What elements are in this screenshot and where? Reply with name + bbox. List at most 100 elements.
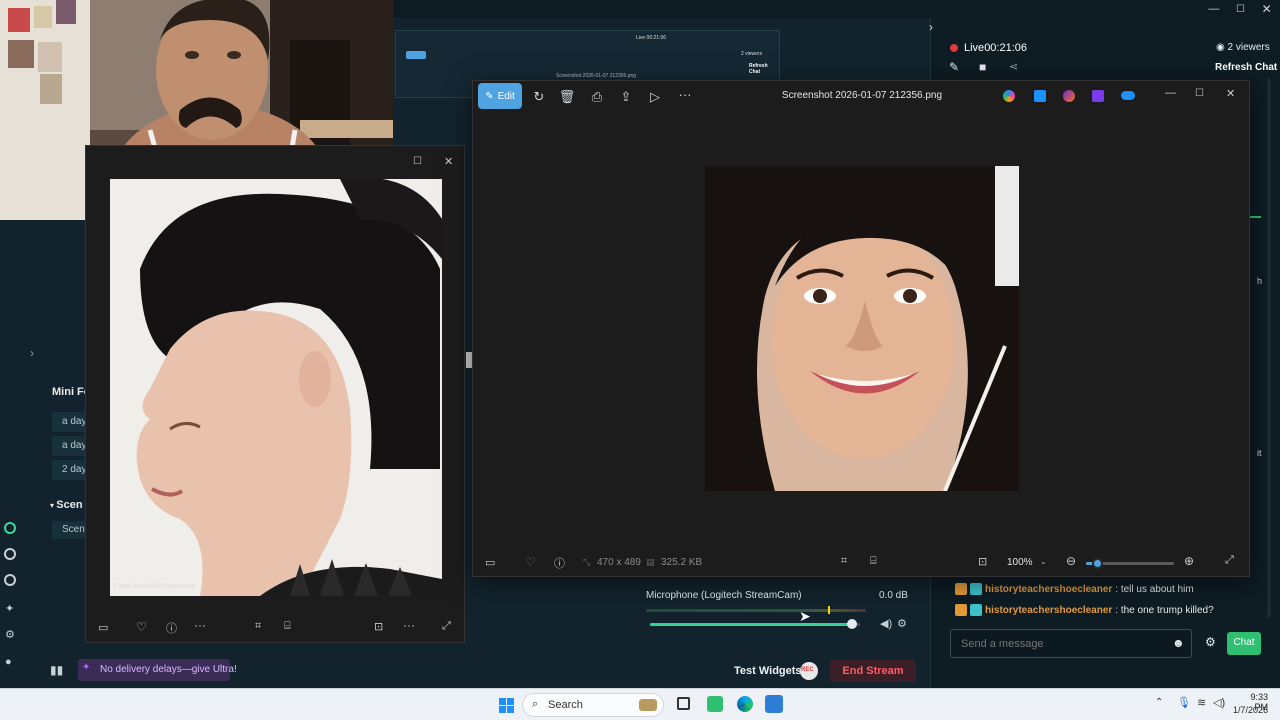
user-icon[interactable]: ● — [5, 656, 12, 668]
maximize-icon[interactable]: ☐ — [1195, 88, 1204, 99]
info-icon[interactable]: ⓘ — [554, 555, 565, 571]
designer-icon[interactable] — [1034, 90, 1046, 102]
maximize-icon[interactable]: ☐ — [1236, 4, 1245, 15]
scenes-title: ▾ Scen — [50, 499, 83, 511]
crown-badge-icon — [955, 583, 967, 595]
fit-window-icon[interactable]: ⊡ — [374, 620, 383, 633]
profile-photo: © Matt Baron/BEI/Shutterstock — [110, 179, 442, 596]
speaker-icon[interactable]: ◀) — [880, 617, 892, 630]
more-icon[interactable]: ··· — [403, 618, 415, 632]
file-size-icon: ▤ — [646, 557, 655, 567]
fit-window-icon[interactable]: ⊡ — [978, 555, 987, 568]
chat-scrollbar[interactable] — [1267, 78, 1271, 618]
scenes-panel: ▾ Scen Scene — [40, 493, 92, 553]
volume-icon[interactable]: ◁) — [1213, 696, 1225, 709]
eye-icon: ◉ — [1216, 42, 1228, 53]
mouse-cursor-icon: ➤ — [799, 608, 811, 624]
end-stream-button[interactable]: End Stream — [830, 660, 916, 682]
mini-refresh: Refresh Chat — [749, 63, 768, 75]
paint-icon[interactable] — [1063, 90, 1075, 102]
zoom-in-icon[interactable]: ⊕ — [1184, 554, 1194, 568]
viewer-count: ◉ 2 viewers — [1216, 42, 1270, 53]
viewer-toolbar: ✎ Edit ↻ 🗑 ⎙ ⇪ ▷ ··· Screenshot 2026-01-… — [473, 81, 1251, 113]
promo-text: No delivery delays—give Ultra! — [100, 664, 237, 675]
gear-icon[interactable]: ⚙ — [1205, 635, 1216, 649]
minimize-icon[interactable]: — — [1165, 87, 1176, 99]
studio-icon[interactable] — [4, 522, 16, 534]
rec-badge[interactable]: REC — [800, 662, 818, 680]
emoji-icon[interactable]: ☻ — [1172, 636, 1185, 650]
image-dimensions: 470 x 489 — [597, 557, 641, 568]
mic-peak-marker — [828, 606, 830, 614]
copilot-icon[interactable] — [1003, 90, 1015, 102]
mini-viewers: 2 viewers — [741, 51, 763, 57]
close-icon[interactable]: ✕ — [1262, 2, 1272, 16]
close-icon[interactable]: ✕ — [1226, 87, 1235, 100]
clock-date[interactable]: 1/7/2026 — [1232, 705, 1268, 715]
fullscreen-icon[interactable]: ⤢ — [1225, 554, 1234, 567]
pencil-icon[interactable]: ✎ — [949, 60, 959, 74]
wifi-icon[interactable]: ≋ — [1197, 696, 1206, 709]
stats-icon[interactable]: ▮▮ — [50, 663, 63, 677]
filmstrip-icon[interactable]: ▭ — [485, 556, 495, 569]
filmstrip-icon[interactable]: ▭ — [98, 621, 108, 634]
sparkle-icon[interactable]: ✦ — [5, 602, 14, 615]
chevron-up-icon[interactable]: ⌃ — [1155, 697, 1163, 708]
streamlabs-app-icon[interactable] — [707, 696, 723, 712]
mic-db: 0.0 dB — [879, 590, 908, 601]
zoom-slider[interactable] — [1086, 558, 1174, 569]
refresh-chat-button[interactable]: Refresh Chat — [1215, 62, 1277, 73]
zoom-select[interactable]: 100% ⌄ — [1000, 551, 1052, 573]
heart-icon[interactable]: ♡ — [136, 620, 147, 634]
zoom-out-icon[interactable]: ⊖ — [1066, 554, 1076, 568]
chat-username[interactable]: historyteachershoecleaner — [985, 584, 1112, 595]
onedrive-icon[interactable] — [1121, 91, 1135, 100]
windows-start-icon[interactable] — [499, 698, 514, 713]
widgets-icon[interactable] — [4, 574, 16, 586]
clipchamp-icon[interactable] — [1092, 90, 1104, 102]
maximize-icon[interactable]: ☐ — [413, 156, 422, 167]
microphone-icon[interactable]: 🎙 — [1177, 696, 1191, 709]
text-extract-icon[interactable]: ⌸ — [870, 555, 877, 568]
text-extract-icon[interactable]: ⌸ — [284, 620, 291, 633]
viewer-footer: ▭ ♡ ⓘ ⤡ 470 x 489 ▤ 325.2 KB ⌗ ⌸ ⊡ 100% … — [473, 548, 1251, 578]
test-widgets-button[interactable]: Test Widgets — [734, 665, 802, 677]
collapse-chevron-icon[interactable]: › — [929, 20, 933, 34]
task-view-icon[interactable] — [677, 697, 690, 710]
chat-input-box[interactable]: ☻ — [950, 629, 1192, 658]
edge-browser-icon[interactable] — [737, 696, 753, 712]
chat-username[interactable]: historyteachershoecleaner — [985, 605, 1112, 616]
heart-icon[interactable]: ♡ — [525, 555, 536, 569]
chat-input[interactable] — [961, 636, 1161, 652]
visual-search-icon[interactable]: ⌗ — [255, 620, 261, 633]
mic-volume-slider[interactable] — [650, 619, 860, 629]
live-status: Live00:21:06 — [964, 42, 1028, 54]
send-chat-button[interactable]: Chat — [1227, 632, 1261, 655]
expand-chevron-icon[interactable]: › — [30, 346, 34, 360]
photo-watermark: © Matt Baron/BEI/Shutterstock — [113, 584, 195, 590]
fullscreen-icon[interactable]: ⤢ — [442, 620, 451, 633]
minimize-icon[interactable]: — — [1208, 3, 1219, 15]
bolt-icon: ✦ — [82, 662, 91, 673]
close-icon[interactable]: ✕ — [444, 155, 453, 168]
search-highlight-icon — [639, 699, 657, 711]
left-nav-rail: ✦ ⚙ ● — [0, 518, 22, 688]
info-icon[interactable]: ⓘ — [166, 620, 177, 636]
app-window-controls: — ☐ ✕ — [1200, 0, 1280, 18]
chat-message: historyteachershoecleaner: tell us about… — [955, 583, 1194, 595]
link-icon[interactable] — [4, 548, 16, 560]
share-icon[interactable]: ⋖ — [1009, 60, 1018, 73]
verified-badge-icon — [970, 583, 982, 595]
gear-icon[interactable]: ⚙ — [897, 617, 907, 630]
taskbar-search[interactable]: ⌕ Search — [522, 693, 664, 717]
more-icon[interactable]: ··· — [194, 618, 206, 632]
promo-banner[interactable]: ✦ No delivery delays—give Ultra! — [78, 659, 237, 681]
visual-search-icon[interactable]: ⌗ — [841, 555, 847, 568]
chevron-down-icon: ⌄ — [1040, 557, 1047, 566]
mini-edit-button — [406, 51, 426, 59]
gear-icon[interactable]: ⚙ — [5, 628, 15, 641]
photos-app-icon[interactable] — [765, 695, 783, 713]
windows-taskbar: ⌕ Search ⌃ 🎙 ≋ ◁) 9:33 PM 1/7/2026 — [0, 688, 1280, 720]
camera-icon[interactable]: ■ — [979, 60, 986, 74]
crown-badge-icon — [955, 604, 967, 616]
